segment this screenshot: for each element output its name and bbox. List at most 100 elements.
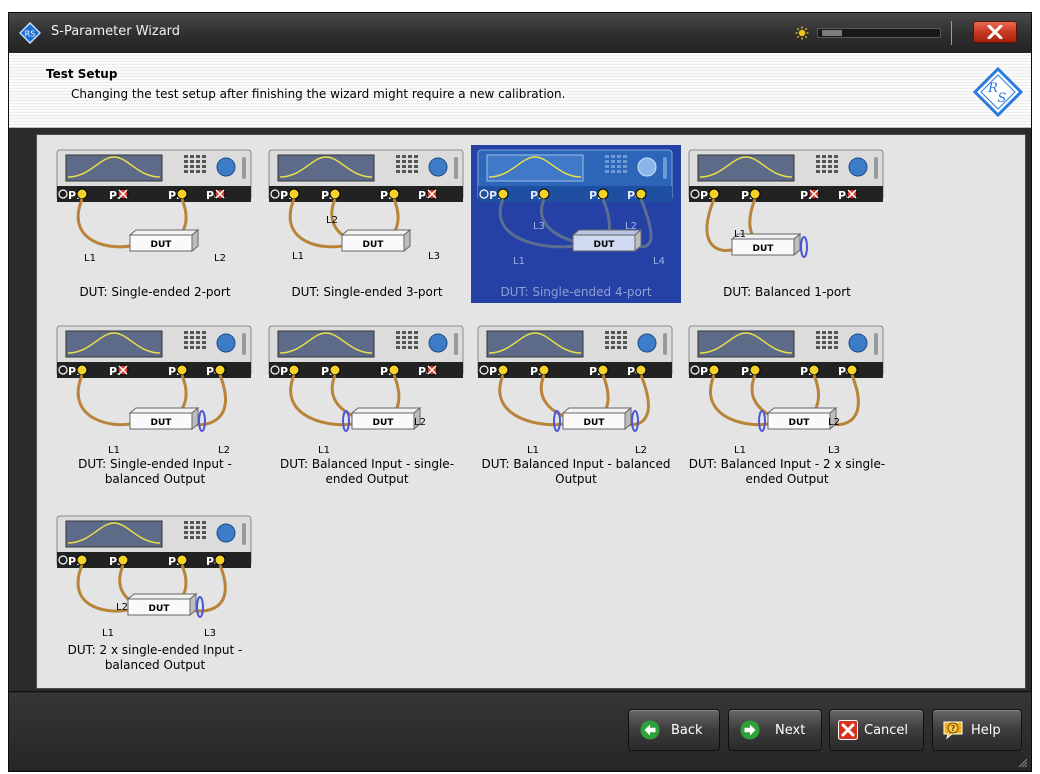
arrow-left-icon — [640, 720, 660, 740]
keypad-key — [408, 170, 412, 173]
lead-label: L2 — [414, 417, 426, 428]
test-cable — [709, 374, 773, 427]
svg-text:?: ? — [951, 724, 956, 733]
keypad-key — [834, 155, 838, 158]
port-connector-icon — [497, 188, 509, 200]
keypad-key — [196, 170, 200, 173]
close-button[interactable] — [973, 21, 1017, 43]
instrument-diagram-icon: P1 P3 P2 P4DUTL1L2L3 — [268, 149, 464, 262]
keypad-key — [202, 160, 206, 163]
footer-divider — [9, 691, 1031, 692]
keypad-key — [196, 346, 200, 349]
dut-top — [340, 229, 412, 236]
keypad-key — [611, 331, 615, 334]
instrument-screen — [697, 154, 795, 182]
rotary-knob — [428, 333, 448, 353]
keypad-key — [611, 155, 615, 158]
keypad-key — [202, 536, 206, 539]
rotary-knob — [848, 157, 868, 177]
keypad-key — [605, 341, 609, 344]
port-connector-icon — [708, 364, 720, 376]
close-icon — [987, 25, 1003, 39]
lead-label: L3 — [533, 221, 545, 232]
keypad-key — [822, 341, 826, 344]
dut-label: DUT — [789, 418, 811, 428]
cancel-label: Cancel — [864, 723, 909, 738]
rs-app-icon: RS — [19, 22, 41, 44]
instrument-screen — [65, 520, 163, 548]
lead-label: L3 — [828, 445, 840, 453]
keypad-key — [822, 346, 826, 349]
brightness-slider-handle[interactable] — [822, 30, 842, 36]
instrument-diagram-icon: P1 P3 P2 P4DUTL1L2L3 — [688, 325, 884, 456]
port-connector-icon — [288, 188, 300, 200]
keypad-key — [414, 331, 418, 334]
setup-single-ended-3-port[interactable]: P1 P3 P2 P4 DUT L1 L2 L3 DUT: Single-ended 3-po… — [262, 145, 472, 303]
instrument-diagram-icon: P1 P3 P2 P4DUTL1 — [688, 149, 884, 258]
keypad-key — [617, 160, 621, 163]
setup-single-ended-2-port[interactable]: P1 P3 P2 P4 DUT L1 L2 DUT: Single-ended 2-port — [50, 145, 260, 303]
keypad-key — [202, 526, 206, 529]
dut-label: DUT — [584, 418, 606, 428]
keypad-key — [190, 341, 194, 344]
keypad-key — [202, 346, 206, 349]
resize-grip-icon[interactable] — [1018, 758, 1028, 768]
keypad-key — [196, 521, 200, 524]
keypad-key — [828, 346, 832, 349]
keypad-key — [396, 336, 400, 339]
keypad-key — [184, 521, 188, 524]
dut-top — [766, 407, 838, 414]
help-button[interactable]: ? Help — [932, 709, 1022, 751]
side-controls — [242, 333, 246, 355]
cancel-button[interactable]: Cancel — [829, 709, 924, 751]
title-bar[interactable]: RS S-Parameter Wizard — [9, 13, 1031, 53]
keypad-key — [408, 160, 412, 163]
port-connector-icon — [176, 554, 188, 566]
brightness-slider[interactable] — [817, 28, 941, 38]
keypad-key — [414, 165, 418, 168]
port-connector-icon — [76, 188, 88, 200]
setup-single-ended-input-balanced-output[interactable]: P1 P3 P2 P4 DUT L1 L2 DUT: Single-ended Input … — [50, 321, 260, 497]
keypad-key — [196, 536, 200, 539]
keypad-key — [414, 336, 418, 339]
window-title: S-Parameter Wizard — [51, 24, 181, 39]
keypad-key — [611, 346, 615, 349]
keypad-key — [623, 331, 627, 334]
keypad-key — [184, 526, 188, 529]
setup-single-ended-4-port[interactable]: P1 P3 P2 P4 DUT L1 L3 L2 L4 DUT: Single-ended 4-… — [471, 145, 681, 303]
setup-balanced-input-2x-single-ended-output[interactable]: P1 P3 P2 P4 DUT L1 L2 L3 DUT: Balanced Input - … — [682, 321, 892, 497]
keypad-key — [414, 170, 418, 173]
rotary-knob — [428, 157, 448, 177]
balun-ring-icon — [800, 236, 808, 258]
lead-label: L1 — [318, 445, 330, 453]
back-button[interactable]: Back — [628, 709, 720, 751]
keypad-key — [623, 160, 627, 163]
svg-text:R: R — [987, 81, 998, 96]
setup-balanced-input-single-ended-output[interactable]: P1 P3 P2 P4 DUT L1 L2 DUT: Balanced Input - si… — [262, 321, 472, 497]
port-connector-icon — [749, 188, 761, 200]
port-connector-icon — [749, 364, 761, 376]
port-connector-icon — [288, 364, 300, 376]
instrument-diagram-icon: P1P3P2P4DUTL1L2 — [477, 325, 673, 456]
rotary-knob — [216, 333, 236, 353]
setup-balanced-input-balanced-output[interactable]: P1 P3 P2 P4 DUT L1 L2 DUT: Balanced Input - ba… — [471, 321, 681, 497]
next-button[interactable]: Next — [728, 709, 822, 751]
rotary-knob — [637, 157, 657, 177]
setup-label: DUT: Single-ended 4-port — [500, 285, 652, 299]
keypad-key — [202, 165, 206, 168]
keypad-key — [184, 341, 188, 344]
keypad-key — [816, 331, 820, 334]
dut-label: DUT — [594, 240, 616, 250]
keypad-key — [617, 170, 621, 173]
keypad-key — [402, 170, 406, 173]
setup-label: DUT: Balanced 1-port — [723, 285, 851, 299]
keypad-key — [414, 160, 418, 163]
next-label: Next — [775, 723, 806, 738]
keypad-key — [414, 155, 418, 158]
setup-2x-single-ended-input-balanced-output[interactable]: P1 P3 P2 P4 DUT L1 L2 L3 DUT: 2 x single-ended … — [50, 511, 260, 687]
setup-diagram-4: P1 P3 P2 P4 DUT L1 L2 — [56, 325, 252, 457]
setup-diagram-6: P1 P3 P2 P4 DUT L1 L2 — [477, 325, 673, 457]
dut-top — [128, 229, 200, 236]
keypad-key — [396, 160, 400, 163]
setup-balanced-1-port[interactable]: P1 P3 P2 P4 DUT L1 DUT: Balanced 1-port — [682, 145, 892, 303]
